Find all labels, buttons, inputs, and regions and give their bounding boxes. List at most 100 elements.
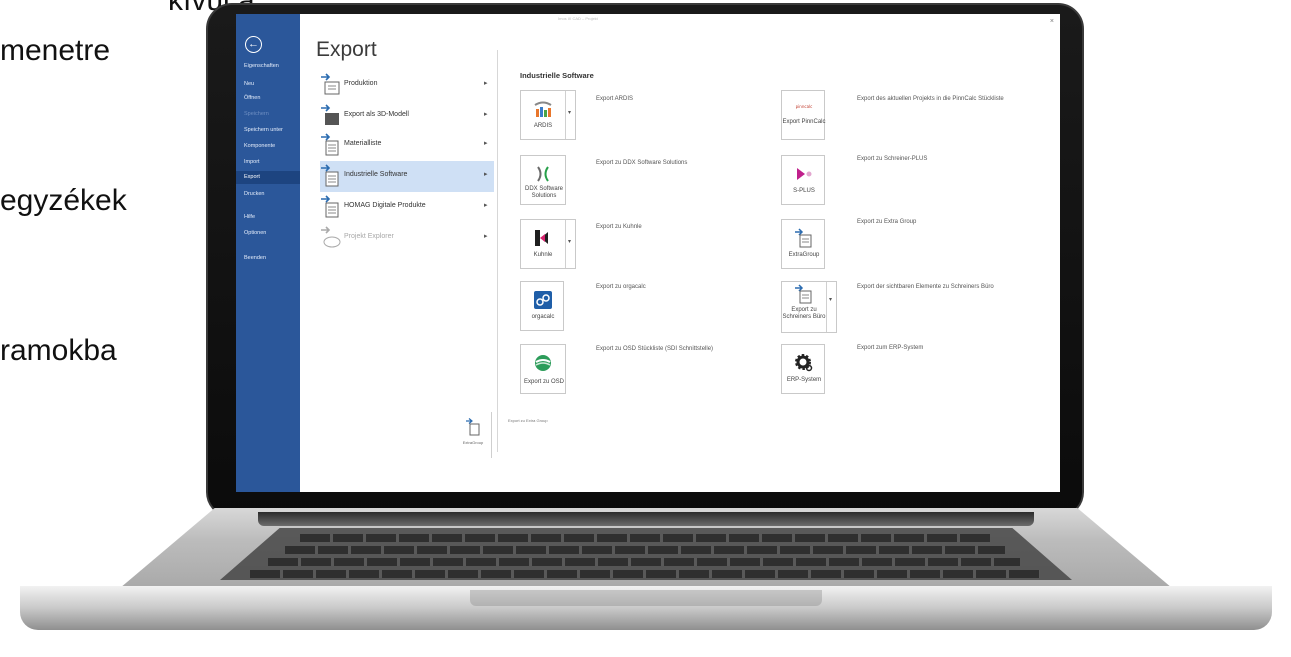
floating-tile-label: ExtraGroup [462, 440, 484, 445]
sidebar-item-oeffnen[interactable]: Öffnen [244, 95, 260, 101]
menu-item-label: Industrielle Software [344, 171, 408, 178]
sidebar-item-beenden[interactable]: Beenden [244, 255, 266, 261]
sidebar-item-import[interactable]: Import [244, 159, 260, 165]
sidebar-item-drucken[interactable]: Drucken [244, 191, 264, 197]
tile-label: Export zu OSD [523, 379, 564, 385]
menu-item-projekt-explorer[interactable]: Projekt Explorer ▸ [320, 223, 494, 254]
tile-label: Export zu Schreiners Büro [782, 307, 826, 320]
split-divider [826, 282, 827, 332]
slide-text-line-3: egyzékek [0, 184, 127, 217]
chevron-right-icon: ▸ [484, 111, 488, 118]
close-icon[interactable]: × [1050, 18, 1054, 25]
laptop-hinge [258, 512, 1034, 526]
keyboard-row [268, 558, 1020, 566]
backstage-sidebar: ← Eigenschaften Neu Öffnen Speichern Spe… [236, 14, 300, 492]
menu-item-3d-modell[interactable]: Export als 3D-Modell ▸ [320, 101, 494, 132]
tile-label: S-PLUS [793, 188, 815, 194]
chevron-down-icon[interactable]: ▾ [568, 238, 571, 245]
sidebar-item-speichern[interactable]: Speichern [244, 111, 269, 117]
ddx-button[interactable]: DDX Software Solutions [520, 155, 566, 205]
tile-description: Export zum ERP-System [857, 345, 924, 351]
chevron-down-icon[interactable]: ▾ [829, 296, 832, 303]
tile-description: Export ARDIS [596, 96, 634, 102]
material-list-icon [320, 133, 342, 157]
floating-tile-caption: Export zu Extra Group [508, 418, 548, 423]
osd-button[interactable]: Export zu OSD [520, 344, 566, 394]
chevron-right-icon: ▸ [484, 233, 488, 240]
tile-label: orgacalc [531, 314, 555, 320]
split-divider [565, 220, 566, 268]
project-explorer-icon [320, 226, 342, 250]
sidebar-item-neu[interactable]: Neu [244, 81, 254, 87]
slide-text-line-2: menetre [0, 34, 111, 67]
extragroup-icon [794, 228, 814, 248]
ardis-button[interactable]: ARDIS ▾ [520, 90, 576, 140]
splus-button[interactable]: S-PLUS [781, 155, 825, 205]
laptop-trackpad [470, 590, 822, 606]
menu-item-industrielle-software[interactable]: Industrielle Software ▸ [320, 161, 494, 192]
chevron-down-icon[interactable]: ▾ [568, 109, 571, 116]
section-title: Industrielle Software [520, 71, 594, 80]
orgacalc-icon [533, 290, 553, 310]
menu-item-label: Projekt Explorer [344, 233, 394, 240]
pinncalc-button[interactable]: pinncalc Export PinnCalc [781, 90, 826, 140]
tile-description: Export zu DDX Software Solutions [596, 160, 688, 166]
pinncalc-icon: pinncalc [794, 97, 814, 117]
back-arrow-icon[interactable]: ← [245, 36, 262, 53]
keyboard-row [285, 546, 1005, 554]
menu-item-label: HOMAG Digitale Produkte [344, 202, 426, 209]
sidebar-item-hilfe[interactable]: Hilfe [244, 214, 255, 220]
tile-description: Export zu Schreiner-PLUS [857, 156, 928, 162]
split-divider [565, 91, 566, 139]
kuhnle-button[interactable]: Kuhnle ▾ [520, 219, 576, 269]
tile-label: Kuhnle [533, 252, 553, 258]
erp-system-button[interactable]: ERP-System [781, 344, 825, 394]
industrial-software-icon [320, 164, 342, 188]
tile-description: Export zu orgacalc [596, 284, 646, 290]
keyboard-row [250, 570, 1040, 578]
extragroup-button[interactable]: ExtraGroup [781, 219, 825, 269]
menu-item-label: Export als 3D-Modell [344, 111, 409, 118]
tile-label: ERP-System [786, 377, 822, 383]
tile-description: Export der sichtbaren Elemente zu Schrei… [857, 284, 994, 290]
window-caption: Imos iX CAD – Projekt [558, 16, 598, 21]
production-export-icon [320, 73, 342, 97]
sidebar-item-speichern-unter[interactable]: Speichern unter [244, 127, 283, 133]
keyboard-row [300, 534, 990, 542]
menu-item-label: Produktion [344, 80, 378, 87]
schreiners-buero-icon [794, 284, 814, 304]
floating-extragroup-tile[interactable]: ExtraGroup [454, 412, 492, 458]
erp-gear-icon [794, 353, 814, 373]
tile-label: ExtraGroup [788, 252, 820, 258]
sidebar-item-komponente[interactable]: Komponente [244, 143, 275, 149]
tile-description: Export zu Kuhnle [596, 224, 642, 230]
orgacalc-button[interactable]: orgacalc [520, 281, 564, 331]
chevron-right-icon: ▸ [484, 80, 488, 87]
tile-description: Export des aktuellen Projekts in die Pin… [857, 96, 1004, 102]
svg-text:pinncalc: pinncalc [796, 104, 813, 109]
osd-icon [533, 353, 553, 373]
3d-model-export-icon [320, 104, 342, 128]
homag-digital-icon [320, 195, 342, 219]
chevron-right-icon: ▸ [484, 171, 488, 178]
splus-icon [794, 164, 814, 184]
tile-label: ARDIS [533, 123, 553, 129]
menu-item-materialliste[interactable]: Materialliste ▸ [320, 130, 494, 161]
tile-description: Export zu Extra Group [857, 219, 917, 225]
menu-item-homag[interactable]: HOMAG Digitale Produkte ▸ [320, 192, 494, 223]
sidebar-item-eigenschaften[interactable]: Eigenschaften [244, 63, 279, 69]
extragroup-icon [465, 418, 481, 436]
chevron-right-icon: ▸ [484, 202, 488, 209]
menu-item-label: Materialliste [344, 140, 382, 147]
schreiners-buero-button[interactable]: Export zu Schreiners Büro ▾ [781, 281, 837, 333]
slide-text-line-4: ramokba [0, 334, 117, 367]
chevron-right-icon: ▸ [484, 140, 488, 147]
page-title: Export [316, 38, 377, 61]
sidebar-item-export[interactable]: Export [236, 171, 300, 184]
ddx-icon [533, 164, 553, 184]
menu-item-produktion[interactable]: Produktion ▸ [320, 70, 494, 101]
sidebar-item-optionen[interactable]: Optionen [244, 230, 266, 236]
ardis-icon [533, 99, 553, 119]
laptop-screen: Imos iX CAD – Projekt × ← Eigenschaften … [236, 14, 1060, 492]
kuhnle-icon [533, 228, 553, 248]
